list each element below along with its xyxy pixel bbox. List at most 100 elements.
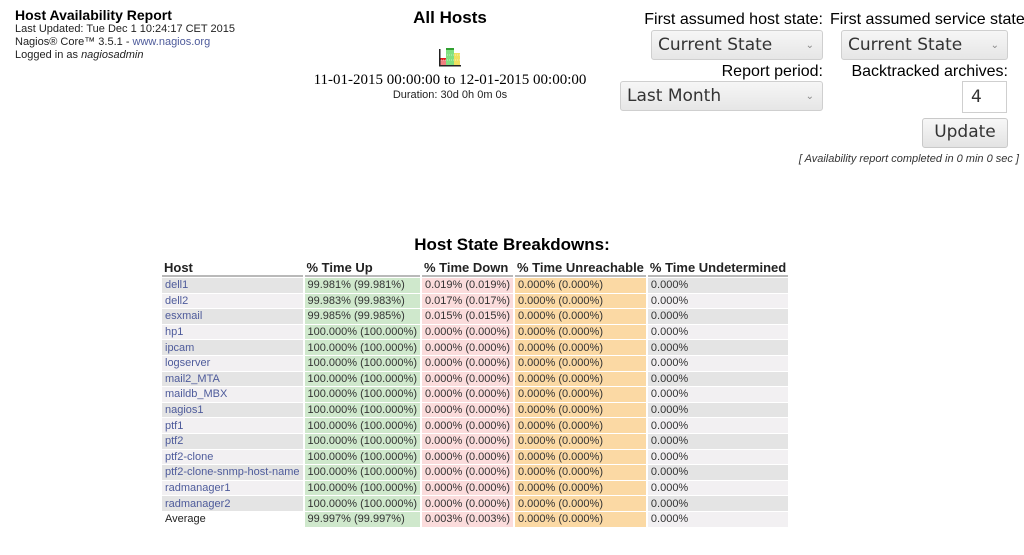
time-down-cell: 0.000% (0.000%) bbox=[421, 402, 513, 418]
time-unreachable-cell: 0.000% (0.000%) bbox=[514, 355, 646, 371]
column-header-time-up: % Time Up bbox=[304, 259, 420, 277]
host-link[interactable]: logserver bbox=[165, 357, 210, 369]
chevron-down-icon: ⌄ bbox=[805, 91, 814, 102]
time-unreachable-cell: 0.000% (0.000%) bbox=[514, 496, 646, 511]
host-link[interactable]: dell2 bbox=[165, 295, 188, 307]
time-undetermined-cell: 0.000% bbox=[647, 309, 789, 324]
report-summary: All Hosts 11-01-2015 00:00:00 to 12-01-2… bbox=[280, 8, 620, 101]
host-cell: logserver bbox=[162, 355, 303, 371]
time-up-cell: 99.983% (99.983%) bbox=[304, 293, 420, 309]
host-link[interactable]: nagios1 bbox=[165, 404, 204, 416]
time-unreachable-cell: 0.000% (0.000%) bbox=[514, 340, 646, 355]
time-down-cell: 0.000% (0.000%) bbox=[421, 355, 513, 371]
table-row: logserver 100.000% (100.000%) 0.000% (0.00… bbox=[162, 355, 789, 371]
host-cell: dell1 bbox=[162, 278, 303, 293]
host-cell: ptf2-clone bbox=[162, 449, 303, 465]
time-undetermined-cell: 0.000% bbox=[647, 340, 789, 355]
time-up-cell: 100.000% (100.000%) bbox=[304, 340, 420, 355]
column-header-time-down: % Time Down bbox=[421, 259, 513, 277]
backtracked-archives-input[interactable]: 4 bbox=[962, 81, 1007, 113]
time-unreachable-cell: 0.000% (0.000%) bbox=[514, 449, 646, 465]
time-undetermined-cell: 0.000% bbox=[647, 449, 789, 465]
table-row: radmanager2 100.000% (100.000%) 0.000% (0.… bbox=[162, 496, 789, 511]
report-period-value: Last Month bbox=[627, 86, 722, 106]
report-period-label: Report period: bbox=[721, 63, 823, 80]
host-cell: mail2_MTA bbox=[162, 371, 303, 387]
host-link[interactable]: esxmail bbox=[165, 310, 202, 322]
table-row: ipcam 100.000% (100.000%) 0.000% (0.000%) 0… bbox=[162, 340, 789, 355]
time-up-cell: 100.000% (100.000%) bbox=[304, 496, 420, 511]
table-row: nagios1 100.000% (100.000%) 0.000% (0.000%… bbox=[162, 402, 789, 418]
time-up-cell: 100.000% (100.000%) bbox=[304, 480, 420, 496]
product-name: Nagios® Core™ 3.5.1 - bbox=[15, 36, 133, 48]
average-row: Average 99.997% (99.997%) 0.003% (0.003%) 0… bbox=[162, 511, 789, 527]
time-up-cell: 99.985% (99.985%) bbox=[304, 309, 420, 324]
table-row: ptf2-clone 100.000% (100.000%) 0.000% (0.0… bbox=[162, 449, 789, 465]
time-up-cell: 100.000% (100.000%) bbox=[304, 433, 420, 449]
host-link[interactable]: ptf2 bbox=[165, 435, 183, 447]
update-button[interactable]: Update bbox=[922, 118, 1008, 148]
time-unreachable-cell: 0.000% (0.000%) bbox=[514, 465, 646, 480]
time-up-cell: 100.000% (100.000%) bbox=[304, 387, 420, 402]
time-unreachable-cell: 0.000% (0.000%) bbox=[514, 387, 646, 402]
host-state-label: First assumed host state: bbox=[644, 11, 823, 28]
logged-in-user: nagiosadmin bbox=[81, 49, 144, 61]
completion-status: [ Availability report completed in 0 min… bbox=[798, 153, 1019, 165]
column-header-time-undetermined: % Time Undetermined bbox=[647, 260, 789, 277]
host-link[interactable]: radmanager1 bbox=[165, 482, 230, 494]
time-undetermined-cell: 0.000% bbox=[647, 433, 789, 449]
time-down-cell: 0.000% (0.000%) bbox=[421, 418, 513, 433]
host-link[interactable]: ptf1 bbox=[165, 420, 183, 432]
service-state-select[interactable]: Current State ⌄ bbox=[841, 30, 1008, 60]
trends-chart-icon[interactable] bbox=[438, 47, 462, 67]
host-link[interactable]: maildb_MBX bbox=[165, 388, 227, 400]
time-up-cell: 100.000% (100.000%) bbox=[304, 449, 420, 465]
host-link[interactable]: hp1 bbox=[165, 326, 183, 338]
host-link[interactable]: ptf2-clone bbox=[165, 451, 213, 463]
host-cell: hp1 bbox=[162, 324, 303, 340]
table-row: ptf2-clone-snmp-host-name 100.000% (100.0… bbox=[162, 465, 789, 480]
table-row: ptf1 100.000% (100.000%) 0.000% (0.000%) 0.… bbox=[162, 418, 789, 433]
time-unreachable-cell: 0.000% (0.000%) bbox=[514, 324, 646, 340]
table-row: radmanager1 100.000% (100.000%) 0.000% (0.… bbox=[162, 480, 789, 496]
time-unreachable-cell: 0.000% (0.000%) bbox=[514, 309, 646, 324]
time-unreachable-cell: 0.000% (0.000%) bbox=[514, 433, 646, 449]
host-link[interactable]: mail2_MTA bbox=[165, 373, 220, 385]
logged-in-label: Logged in as bbox=[15, 49, 82, 61]
nagios-link[interactable]: www.nagios.org bbox=[133, 36, 211, 48]
table-row: maildb_MBX 100.000% (100.000%) 0.000% (0.0… bbox=[162, 387, 789, 402]
time-up-cell: 100.000% (100.000%) bbox=[304, 402, 420, 418]
host-link[interactable]: radmanager2 bbox=[165, 498, 230, 510]
product-version: Nagios® Core™ 3.5.1 - www.nagios.org bbox=[15, 36, 235, 49]
report-range: 11-01-2015 00:00:00 to 12-01-2015 00:00:… bbox=[313, 72, 587, 88]
chevron-down-icon: ⌄ bbox=[990, 40, 999, 51]
time-unreachable-cell: 0.000% (0.000%) bbox=[514, 511, 646, 527]
time-up-cell: 99.997% (99.997%) bbox=[304, 511, 420, 527]
time-down-cell: 0.000% (0.000%) bbox=[421, 496, 513, 511]
table-row: ptf2 100.000% (100.000%) 0.000% (0.000%) 0.… bbox=[162, 433, 789, 449]
time-up-cell: 100.000% (100.000%) bbox=[304, 465, 420, 480]
table-body: dell1 99.981% (99.981%) 0.019% (0.019%) 0.0… bbox=[162, 278, 789, 527]
host-cell: radmanager2 bbox=[162, 496, 303, 511]
time-down-cell: 0.000% (0.000%) bbox=[421, 387, 513, 402]
report-period-select[interactable]: Last Month ⌄ bbox=[620, 81, 823, 111]
report-title: All Hosts bbox=[413, 8, 487, 27]
host-link[interactable]: dell1 bbox=[165, 279, 188, 291]
host-state-select[interactable]: Current State ⌄ bbox=[651, 30, 823, 60]
host-link[interactable]: ipcam bbox=[165, 342, 194, 354]
time-undetermined-cell: 0.000% bbox=[647, 402, 789, 418]
host-cell: radmanager1 bbox=[162, 480, 303, 496]
host-cell: dell2 bbox=[162, 293, 303, 309]
time-unreachable-cell: 0.000% (0.000%) bbox=[514, 293, 646, 309]
time-undetermined-cell: 0.000% bbox=[647, 293, 789, 309]
table-row: dell1 99.981% (99.981%) 0.019% (0.019%) 0.0… bbox=[162, 278, 789, 293]
time-undetermined-cell: 0.000% bbox=[647, 324, 789, 340]
time-undetermined-cell: 0.000% bbox=[647, 496, 789, 511]
service-state-label: First assumed service state bbox=[830, 11, 1024, 28]
time-undetermined-cell: 0.000% bbox=[647, 278, 789, 293]
time-down-cell: 0.000% (0.000%) bbox=[421, 449, 513, 465]
time-up-cell: 100.000% (100.000%) bbox=[304, 371, 420, 387]
table-header-row: Host % Time Up % Time Down % Time Unreac… bbox=[162, 259, 789, 277]
host-link[interactable]: ptf2-clone-snmp-host-name bbox=[165, 466, 300, 478]
time-up-cell: 100.000% (100.000%) bbox=[304, 355, 420, 371]
